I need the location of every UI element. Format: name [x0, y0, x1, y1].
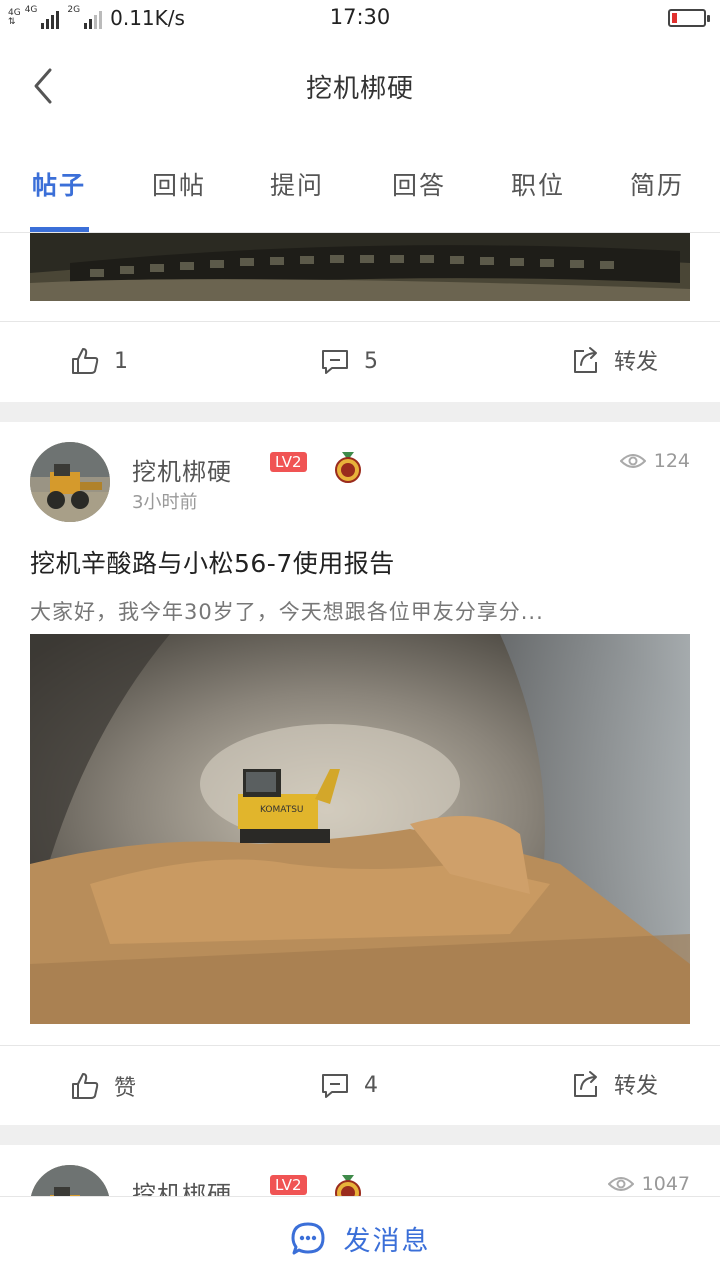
tab-questions[interactable]: 提问 — [270, 166, 324, 202]
post-excerpt[interactable]: 大家好，我今年30岁了，今天想跟各位甲友分享分... — [30, 596, 690, 626]
comment-count: 4 — [364, 1072, 378, 1098]
post-card[interactable]: 挖机梆硬 LV2 1047 — [0, 1145, 720, 1196]
tab-answers[interactable]: 回答 — [392, 166, 446, 202]
comment-count: 5 — [364, 348, 378, 374]
post-actions-1: 赞 4 转发 — [0, 1046, 720, 1126]
like-button[interactable]: 赞 — [70, 1070, 136, 1102]
share-button[interactable]: 转发 — [570, 344, 658, 376]
author-name[interactable]: 挖机梆硬 — [132, 1175, 232, 1196]
post-title[interactable]: 挖机辛酸路与小松56-7使用报告 — [30, 544, 395, 580]
share-label: 转发 — [614, 1074, 659, 1099]
tab-replies[interactable]: 回帖 — [152, 166, 206, 202]
post-image-excavator-tracks[interactable] — [30, 233, 690, 301]
thumbs-up-icon — [72, 348, 99, 374]
avatar[interactable] — [30, 1165, 110, 1196]
send-message-button[interactable]: 发消息 — [0, 1196, 720, 1280]
post-separator — [0, 402, 720, 422]
post-time: 3小时前 — [132, 492, 198, 513]
view-count-value: 1047 — [641, 1173, 690, 1195]
tab-resumes[interactable]: 简历 — [630, 166, 684, 202]
share-icon — [574, 1071, 597, 1097]
post-card[interactable]: 挖机梆硬 LV2 3小时前 124 挖机辛酸路与小松56-7使用报告 大家好，我… — [0, 422, 720, 1125]
view-count: 1047 — [607, 1173, 690, 1195]
avatar[interactable] — [30, 442, 110, 522]
like-count: 1 — [114, 348, 128, 374]
page-title: 挖机梆硬 — [305, 74, 414, 104]
comment-button[interactable]: 4 — [320, 1070, 378, 1100]
comment-icon — [322, 350, 348, 374]
post-actions-0: 1 5 转发 — [0, 322, 720, 402]
tab-posts[interactable]: 帖子 — [32, 166, 86, 202]
view-count-value: 124 — [653, 450, 690, 472]
chat-bubble-icon — [291, 1222, 324, 1254]
send-message-label: 发消息 — [343, 1226, 431, 1257]
tab-jobs[interactable]: 职位 — [511, 166, 565, 202]
like-button[interactable]: 1 — [70, 346, 128, 376]
comment-button[interactable]: 5 — [320, 346, 378, 376]
eye-icon — [619, 454, 646, 468]
status-bar: 4G ⇅ 4G 2G 0.11K/s 17:30 — [0, 0, 720, 36]
clock: 17:30 — [329, 5, 391, 29]
post-image-tunnel-excavator[interactable]: KOMATSU — [30, 634, 690, 1024]
share-button[interactable]: 转发 — [570, 1068, 658, 1100]
header: 挖机梆硬 — [0, 36, 720, 136]
post-separator — [0, 1125, 720, 1145]
level-badge: LV2 — [270, 452, 307, 472]
active-tab-indicator — [30, 227, 89, 232]
level-badge: LV2 — [270, 1175, 307, 1195]
svg-text:KOMATSU: KOMATSU — [260, 805, 304, 815]
view-count: 124 — [619, 450, 690, 472]
share-icon — [574, 347, 597, 373]
comment-icon — [322, 1074, 348, 1098]
share-label: 转发 — [614, 350, 659, 375]
medal-badge-icon — [335, 452, 361, 483]
battery-icon — [668, 9, 710, 27]
post-feed[interactable]: 1 5 转发 挖机梆硬 LV2 3小时前 124 挖机辛酸路与小松56-7使用报… — [0, 233, 720, 1196]
like-label: 赞 — [114, 1076, 137, 1101]
thumbs-up-icon — [72, 1073, 99, 1099]
medal-badge-icon — [335, 1175, 361, 1196]
author-name[interactable]: 挖机梆硬 — [132, 452, 232, 487]
tab-bar: 帖子 回帖 提问 回答 职位 简历 — [0, 136, 720, 233]
eye-icon — [607, 1177, 634, 1191]
